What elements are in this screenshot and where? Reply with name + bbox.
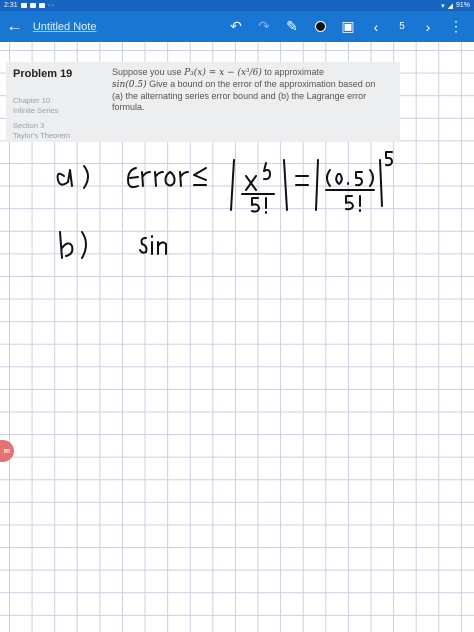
ink-part-a-paren [83, 165, 89, 189]
ink-exponent-five [385, 151, 393, 167]
ink-less-equal-sign [193, 167, 207, 186]
ink-abs-bar-right [283, 159, 288, 211]
ink-abs-bar-left-2 [315, 159, 319, 211]
ink-point-five-numerator [326, 169, 374, 187]
ink-error-word [127, 167, 189, 189]
ink-part-a-letter [56, 169, 73, 187]
ink-part-b-paren [81, 231, 87, 259]
ink-part-b-letter [59, 231, 74, 259]
ink-sin-word [139, 235, 167, 255]
ink-abs-bar-left [230, 159, 235, 211]
ink-equals-sign [295, 175, 309, 186]
ink-x5-numerator [245, 162, 271, 191]
ink-5-factorial-1 [251, 197, 267, 214]
ink-abs-bar-right-2 [379, 159, 383, 207]
handwriting-layer [56, 151, 393, 259]
ink-5-factorial-2 [345, 195, 361, 212]
